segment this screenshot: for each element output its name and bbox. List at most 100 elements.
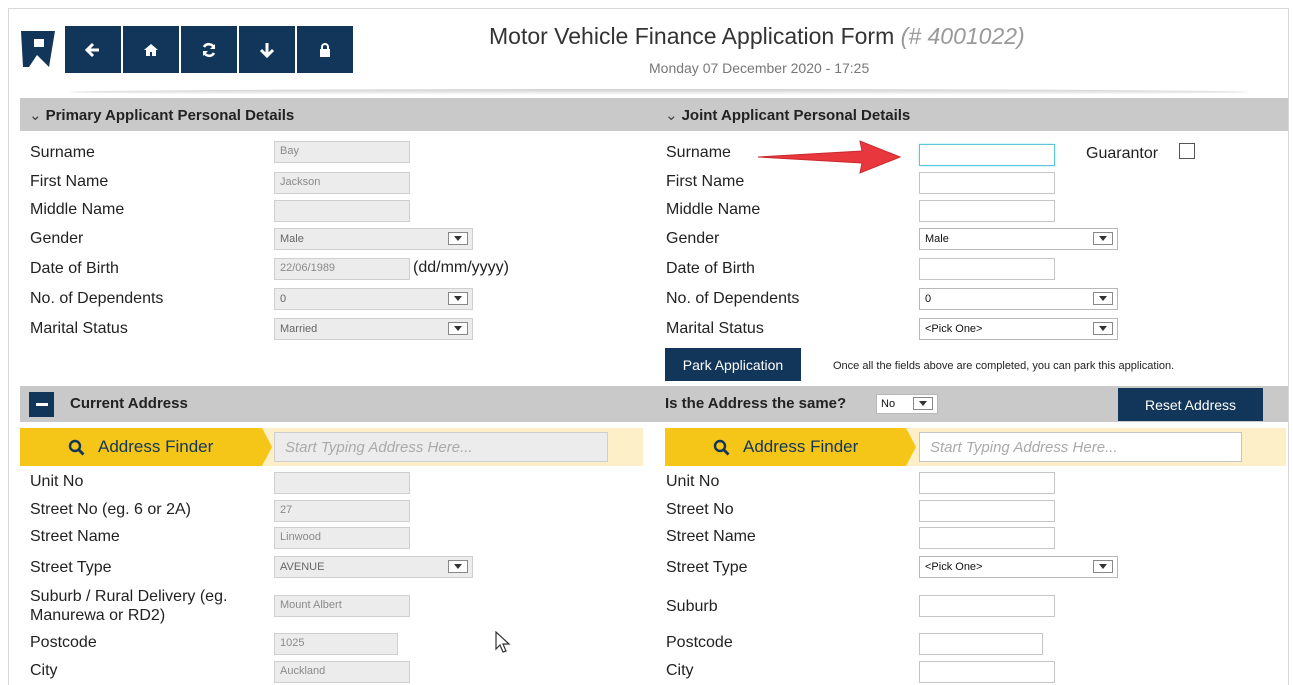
dropdown-arrow-icon xyxy=(448,560,468,573)
joint-address-search-input[interactable]: Start Typing Address Here... xyxy=(919,432,1242,462)
primary-address-finder-button[interactable]: Address Finder xyxy=(20,428,262,466)
home-button[interactable] xyxy=(123,26,179,73)
dropdown-arrow-icon xyxy=(448,322,468,335)
primary-street-type-select[interactable]: AVENUE xyxy=(274,556,473,578)
same-address-select[interactable]: No xyxy=(876,394,938,414)
joint-city-label: City xyxy=(666,662,694,679)
primary-dob-label: Date of Birth xyxy=(30,260,119,277)
joint-dob-field[interactable] xyxy=(919,258,1055,280)
primary-middle-name-label: Middle Name xyxy=(30,201,125,218)
primary-surname-field[interactable]: Bay xyxy=(274,141,410,163)
joint-section-toggle[interactable]: ⌄ Joint Applicant Personal Details xyxy=(665,106,910,124)
park-note: Once all the fields above are completed,… xyxy=(833,360,1175,372)
joint-address-finder-button[interactable]: Address Finder xyxy=(665,428,906,466)
primary-marital-label: Marital Status xyxy=(30,320,128,337)
primary-dob-field[interactable]: 22/06/1989 xyxy=(274,258,410,280)
joint-street-name-label: Street Name xyxy=(666,528,756,545)
primary-dependents-value: 0 xyxy=(280,293,287,305)
joint-marital-select[interactable]: <Pick One> xyxy=(919,318,1118,340)
joint-dependents-select[interactable]: 0 xyxy=(919,288,1118,310)
joint-street-type-label: Street Type xyxy=(666,559,748,576)
red-arrow-annotation-icon xyxy=(757,140,902,174)
joint-city-field[interactable] xyxy=(919,661,1055,683)
primary-section-title: Primary Applicant Personal Details xyxy=(45,107,295,124)
primary-unit-field[interactable] xyxy=(274,472,410,494)
joint-gender-select[interactable]: Male xyxy=(919,228,1118,250)
joint-first-name-label: First Name xyxy=(666,173,745,190)
same-address-value: No xyxy=(881,398,896,410)
primary-gender-value: Male xyxy=(280,233,304,245)
finder-tab-point xyxy=(906,428,916,466)
dropdown-arrow-icon xyxy=(1093,292,1113,305)
primary-city-field[interactable]: Auckland xyxy=(274,661,410,683)
mouse-cursor-icon xyxy=(495,631,511,653)
joint-middle-name-label: Middle Name xyxy=(666,201,761,218)
joint-middle-name-field[interactable] xyxy=(919,200,1055,222)
refresh-button[interactable] xyxy=(181,26,237,73)
datetime-label: Monday 07 December 2020 - 17:25 xyxy=(649,60,870,76)
refresh-icon xyxy=(202,42,216,57)
joint-first-name-field[interactable] xyxy=(919,172,1055,194)
primary-gender-label: Gender xyxy=(30,230,84,247)
primary-unit-label: Unit No xyxy=(30,473,84,490)
joint-surname-field[interactable] xyxy=(919,144,1055,166)
download-button[interactable] xyxy=(239,26,295,73)
dropdown-arrow-icon xyxy=(1093,232,1113,245)
dropdown-arrow-icon xyxy=(1093,560,1113,573)
primary-marital-select[interactable]: Married xyxy=(274,318,473,340)
dropdown-arrow-icon xyxy=(448,292,468,305)
primary-street-no-field[interactable]: 27 xyxy=(274,500,410,522)
primary-street-no-label: Street No (eg. 6 or 2A) xyxy=(30,501,191,518)
joint-postcode-field[interactable] xyxy=(919,633,1043,655)
company-logo-icon xyxy=(21,31,55,67)
joint-street-name-field[interactable] xyxy=(919,527,1055,549)
finder-label: Address Finder xyxy=(743,437,859,456)
joint-suburb-field[interactable] xyxy=(919,595,1055,617)
finder-label: Address Finder xyxy=(98,437,214,456)
joint-gender-value: Male xyxy=(925,233,949,245)
lock-button[interactable] xyxy=(297,26,353,73)
primary-street-name-field[interactable]: Linwood xyxy=(274,527,410,549)
primary-dependents-select[interactable]: 0 xyxy=(274,288,473,310)
finder-tab-point xyxy=(262,428,272,466)
joint-street-type-select[interactable]: <Pick One> xyxy=(919,556,1118,578)
arrow-down-icon xyxy=(259,42,275,58)
same-address-question: Is the Address the same? xyxy=(665,395,847,412)
joint-street-no-field[interactable] xyxy=(919,500,1055,522)
address-section-title: Current Address xyxy=(70,395,188,412)
joint-section-title: Joint Applicant Personal Details xyxy=(681,107,911,124)
header-divider xyxy=(69,89,1249,95)
joint-dependents-label: No. of Dependents xyxy=(666,290,800,307)
chevron-down-icon: ⌄ xyxy=(665,107,678,124)
joint-dob-label: Date of Birth xyxy=(666,260,755,277)
chevron-down-icon: ⌄ xyxy=(29,107,42,124)
primary-gender-select[interactable]: Male xyxy=(274,228,473,250)
guarantor-checkbox[interactable] xyxy=(1179,143,1195,159)
arrow-left-icon xyxy=(85,42,99,57)
dropdown-arrow-icon xyxy=(913,397,933,410)
primary-suburb-label: Suburb / Rural Delivery (eg. Manurewa or… xyxy=(30,588,228,624)
reset-address-button[interactable]: Reset Address xyxy=(1118,388,1263,421)
park-application-button[interactable]: Park Application xyxy=(665,348,801,381)
primary-first-name-field[interactable]: Jackson xyxy=(274,172,410,194)
joint-marital-label: Marital Status xyxy=(666,320,764,337)
collapse-address-button[interactable] xyxy=(29,392,54,417)
primary-marital-value: Married xyxy=(280,323,318,335)
address-section-bar xyxy=(20,386,1288,422)
primary-surname-label: Surname xyxy=(30,144,95,161)
primary-suburb-field[interactable]: Mount Albert xyxy=(274,595,410,617)
primary-postcode-field[interactable]: 1025 xyxy=(274,633,398,655)
form-title: Motor Vehicle Finance Application Form xyxy=(489,23,895,49)
primary-middle-name-field[interactable] xyxy=(274,200,410,222)
joint-unit-label: Unit No xyxy=(666,473,720,490)
joint-unit-field[interactable] xyxy=(919,472,1055,494)
back-button[interactable] xyxy=(65,26,121,73)
primary-section-toggle[interactable]: ⌄ Primary Applicant Personal Details xyxy=(29,106,294,124)
primary-dependents-label: No. of Dependents xyxy=(30,290,164,307)
primary-address-search-input[interactable]: Start Typing Address Here... xyxy=(274,432,608,462)
form-id: (# 4001022) xyxy=(900,23,1025,49)
guarantor-label: Guarantor xyxy=(1086,145,1159,162)
joint-suburb-label: Suburb xyxy=(666,598,718,615)
search-icon xyxy=(713,439,730,456)
app-frame: Motor Vehicle Finance Application Form (… xyxy=(8,8,1289,685)
